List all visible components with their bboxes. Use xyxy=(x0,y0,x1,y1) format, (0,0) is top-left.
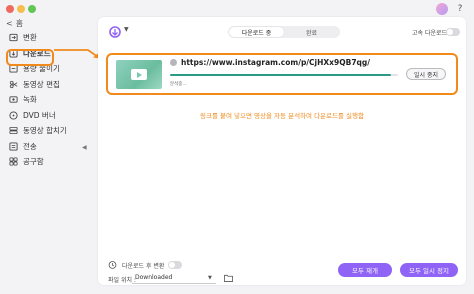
pause-all-button[interactable]: 모두 일시 정지 xyxy=(400,263,458,277)
resume-all-button[interactable]: 모두 재개 xyxy=(338,263,392,277)
download-url: https://www.instagram.com/p/CjHXx9QB7qg/ xyxy=(181,58,371,67)
chevron-left-icon: < xyxy=(6,19,13,28)
video-thumbnail xyxy=(116,60,162,89)
close-window-button[interactable] xyxy=(6,5,14,13)
chevron-down-icon[interactable]: ▼ xyxy=(124,26,129,33)
sidebar-item-label: 공구함 xyxy=(23,157,44,167)
high-speed-toggle[interactable] xyxy=(446,28,460,36)
sidebar-item-dvd[interactable]: DVD 버너 xyxy=(0,108,90,124)
sidebar-item-edit[interactable]: 동영상 편집 xyxy=(0,77,90,93)
collapse-sidebar-icon[interactable]: ◀ xyxy=(82,144,87,151)
toolbox-icon xyxy=(9,157,18,166)
convert-after-download-label: 다운로드 후 변환 xyxy=(122,263,165,270)
play-icon xyxy=(131,69,147,80)
sidebar-item-toolbox[interactable]: 공구함 xyxy=(0,154,90,170)
download-item-card: https://www.instagram.com/p/CjHXx9QB7qg/… xyxy=(106,53,458,95)
merge-icon xyxy=(9,126,18,135)
tab-downloading[interactable]: 다운로드 중 xyxy=(229,27,284,37)
back-home-link[interactable]: < 홈 xyxy=(6,18,23,29)
avatar[interactable] xyxy=(436,3,448,15)
high-speed-label: 고속 다운로드 xyxy=(412,30,448,37)
sidebar-item-transfer[interactable]: 전송 xyxy=(0,139,90,155)
folder-icon[interactable] xyxy=(224,274,233,282)
add-download-icon[interactable] xyxy=(108,25,122,39)
sidebar-item-label: DVD 버너 xyxy=(23,110,56,120)
sidebar-item-label: 녹화 xyxy=(23,95,37,105)
help-icon[interactable]: ? xyxy=(454,3,466,15)
download-panel: ▼ 다운로드 중 완료 고속 다운로드 https://www.instagra… xyxy=(98,17,466,285)
convert-after-download-toggle[interactable] xyxy=(168,261,182,269)
dvd-icon xyxy=(9,111,18,120)
download-highlight-box xyxy=(6,49,54,66)
tab-finished[interactable]: 완료 xyxy=(284,27,339,37)
chevron-down-icon: ▼ xyxy=(208,275,212,281)
pause-button[interactable]: 일시 중지 xyxy=(406,68,446,80)
sidebar-item-label: 전송 xyxy=(23,141,37,151)
link-icon xyxy=(170,59,177,66)
back-home-label: 홈 xyxy=(15,19,24,28)
edit-icon xyxy=(9,80,18,89)
sidebar-item-label: 동영상 편집 xyxy=(23,79,60,89)
sidebar-item-record[interactable]: 녹화 xyxy=(0,92,90,108)
paste-link-hint: 링크를 붙여 넣으면 영상을 자동 분석하여 다운로드를 실행함 xyxy=(200,112,364,120)
zoom-window-button[interactable] xyxy=(28,5,36,13)
download-tabs: 다운로드 중 완료 xyxy=(228,26,340,38)
sidebar-item-label: 동영상 합치기 xyxy=(23,126,67,136)
transfer-icon xyxy=(9,142,18,151)
download-progress-fill xyxy=(170,74,392,76)
sidebar-item-convert[interactable]: 변환 xyxy=(0,30,90,46)
minimize-window-button[interactable] xyxy=(17,5,25,13)
sidebar-item-label: 변환 xyxy=(23,33,37,43)
timer-icon[interactable] xyxy=(108,260,117,269)
download-status: 분석중... xyxy=(170,82,187,87)
convert-icon xyxy=(9,33,18,42)
sidebar-item-merge[interactable]: 동영상 합치기 xyxy=(0,123,90,139)
title-bar: ? xyxy=(0,0,474,18)
file-location-select[interactable]: Downloaded xyxy=(132,272,216,284)
record-icon xyxy=(9,95,18,104)
download-progress-bar xyxy=(170,74,398,76)
